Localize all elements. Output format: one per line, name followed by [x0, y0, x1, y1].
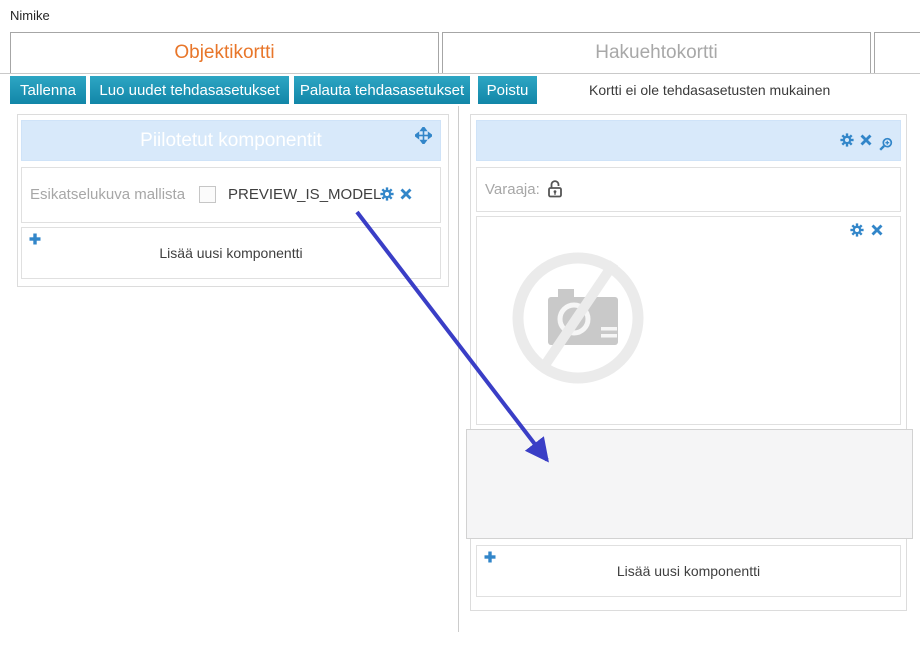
hidden-components-header: Piilotetut komponentit: [21, 120, 441, 161]
tab-hakuehtokortti[interactable]: Hakuehtokortti: [442, 32, 871, 73]
add-component-button-left[interactable]: Lisää uusi komponentti: [21, 227, 441, 279]
close-icon[interactable]: [860, 134, 872, 146]
varaaja-label: Varaaja:: [485, 181, 540, 198]
hidden-component-label: Esikatselukuva mallista: [30, 186, 185, 203]
status-text: Kortti ei ole tehdasasetusten mukainen: [589, 76, 830, 104]
restore-factory-defaults-button[interactable]: Palauta tehdasasetukset: [294, 76, 470, 104]
gear-icon[interactable]: [840, 133, 854, 147]
tab-objektikortti[interactable]: Objektikortti: [10, 32, 439, 73]
exit-button[interactable]: Poistu: [478, 76, 537, 104]
close-icon[interactable]: [400, 188, 412, 200]
hidden-component-value: PREVIEW_IS_MODEL: [228, 186, 381, 203]
tabstrip-underline: [0, 73, 920, 74]
add-component-label: Lisää uusi komponentti: [477, 546, 900, 596]
create-factory-defaults-button[interactable]: Luo uudet tehdasasetukset: [90, 76, 289, 104]
preview-checkbox[interactable]: [199, 186, 216, 203]
add-component-button-right[interactable]: Lisää uusi komponentti: [476, 545, 901, 597]
hidden-components-title: Piilotetut komponentit: [140, 130, 322, 152]
varaaja-field: Varaaja:: [476, 167, 901, 212]
open-lock-icon[interactable]: [546, 179, 564, 199]
image-component: [476, 216, 901, 425]
add-component-label: Lisää uusi komponentti: [22, 228, 440, 278]
object-card-editor: Nimike Objektikortti Hakuehtokortti Tall…: [0, 0, 920, 660]
panel-divider: [458, 106, 459, 632]
gear-icon[interactable]: [850, 223, 864, 237]
component-drop-area[interactable]: [466, 429, 913, 539]
tab-fragment[interactable]: [874, 32, 920, 73]
close-icon[interactable]: [871, 224, 883, 236]
zoom-plus-icon[interactable]: [878, 137, 893, 152]
move-icon[interactable]: [415, 127, 432, 144]
no-camera-icon: [508, 248, 648, 388]
save-button[interactable]: Tallenna: [10, 76, 86, 104]
hidden-component-row: Esikatselukuva mallista PREVIEW_IS_MODEL: [21, 167, 441, 223]
page-title: Nimike: [10, 8, 50, 23]
gear-icon[interactable]: [380, 187, 394, 201]
card-panel-header: [476, 120, 901, 161]
